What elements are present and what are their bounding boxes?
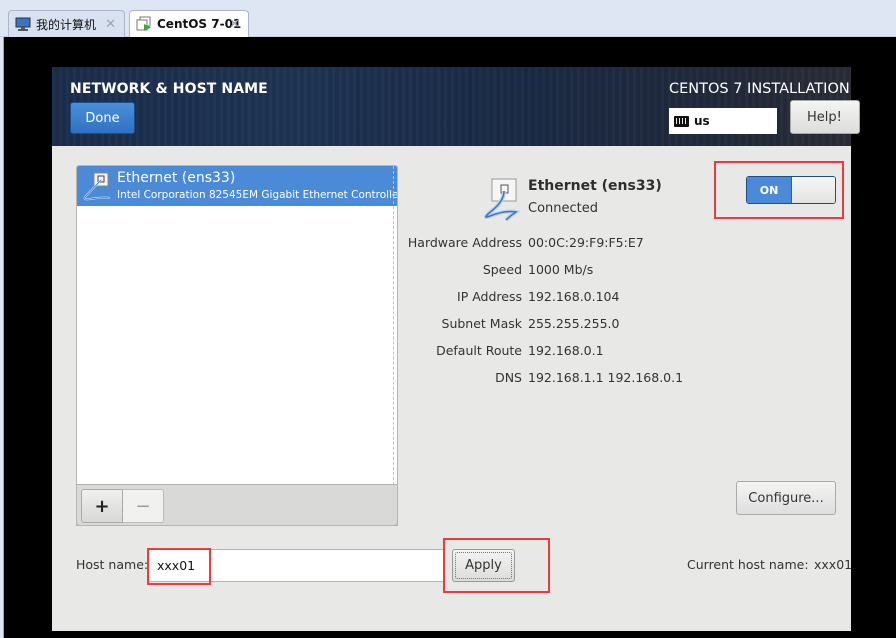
device-detail-name: Ethernet (ens33) [528,178,662,194]
ethernet-cable-icon [83,172,111,201]
installer-screen: NETWORK & HOST NAME Done CENTOS 7 INSTAL… [52,67,860,631]
computer-icon [15,17,31,31]
property-label: Hardware Address [407,235,522,250]
property-row: IP Address 192.168.0.104 [352,289,812,309]
property-label: Speed [482,262,522,277]
current-hostname-label: Current host name: [687,557,809,572]
property-value: 00:0C:29:F9:F5:E7 [528,235,644,250]
current-hostname-value: xxx01 [814,557,853,572]
property-row: Speed 1000 Mb/s [352,262,812,282]
keyboard-icon [674,115,689,127]
property-value: 192.168.1.1 192.168.0.1 [528,370,684,385]
tab-centos[interactable]: CentOS 7-01 ✕ [129,10,249,37]
ethernet-cable-icon [483,178,522,222]
property-row: DNS 192.168.1.1 192.168.0.1 [352,370,812,390]
toggle-knob[interactable] [791,177,835,203]
hostname-input[interactable] [148,549,444,582]
help-button[interactable]: Help! [790,100,860,134]
configure-button[interactable]: Configure... [736,481,836,515]
device-connection-status: Connected [528,201,599,216]
device-list-toolbar: + − [76,484,398,526]
add-device-button[interactable]: + [81,489,123,523]
tab-label: 我的计算机 [36,17,97,32]
device-name: Ethernet (ens33) [117,170,236,186]
property-row: Default Route 192.168.0.1 [352,343,812,363]
property-label: Subnet Mask [441,316,522,331]
close-icon[interactable]: ✕ [229,17,240,32]
property-value: 255.255.255.0 [528,316,620,331]
window-edge [0,37,4,638]
device-description: Intel Corporation 82545EM Gigabit Ethern… [117,189,398,201]
keyboard-layout-indicator[interactable]: us [669,108,777,134]
property-row: Hardware Address 00:0C:29:F9:F5:E7 [352,235,812,255]
apply-button[interactable]: Apply [452,549,515,582]
tab-bar: 我的计算机 ✕ CentOS 7-01 ✕ [0,0,896,37]
remove-device-button[interactable]: − [123,489,164,523]
done-button[interactable]: Done [70,102,135,134]
hostname-label: Host name: [76,557,149,572]
installation-title: CENTOS 7 INSTALLATION [669,81,850,97]
network-device-list[interactable]: Ethernet (ens33) Intel Corporation 82545… [76,165,398,526]
close-icon[interactable]: ✕ [105,17,116,32]
property-value: 1000 Mb/s [528,262,594,277]
toggle-on-label: ON [747,177,791,203]
list-item[interactable]: Ethernet (ens33) Intel Corporation 82545… [77,166,398,206]
vm-running-icon [136,16,151,31]
property-value: 192.168.0.1 [528,343,604,358]
property-label: Default Route [436,343,522,358]
vm-window: 我的计算机 ✕ CentOS 7-01 ✕ NETWORK & HOST NAM… [0,0,896,638]
tab-my-computer[interactable]: 我的计算机 ✕ [8,10,125,37]
keyboard-layout-label: us [694,114,710,128]
property-row: Subnet Mask 255.255.255.0 [352,316,812,336]
property-label: IP Address [457,289,522,304]
page-title: NETWORK & HOST NAME [70,81,268,97]
device-power-toggle[interactable]: ON [746,176,836,204]
property-value: 192.168.0.104 [528,289,620,304]
property-label: DNS [495,370,522,385]
header-bar: NETWORK & HOST NAME Done CENTOS 7 INSTAL… [52,67,860,146]
